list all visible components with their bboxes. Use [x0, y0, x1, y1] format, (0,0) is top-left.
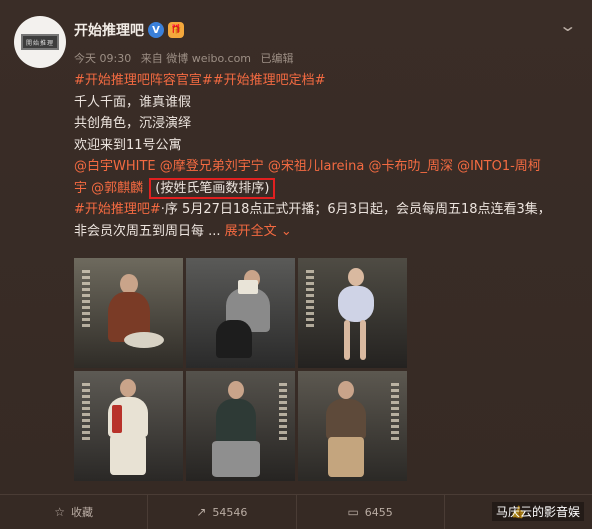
post-line: 欢迎来到11号公寓: [74, 137, 182, 153]
comment-count: 6455: [364, 505, 393, 519]
weibo-post-card: 開始推理 开始推理吧 V 🎁 ⌄ 今天 09:30 来自 微博 weibo.co…: [0, 0, 592, 529]
gift-badge-icon: 🎁: [168, 22, 184, 38]
chevron-down-icon[interactable]: ⌄: [277, 224, 292, 239]
chevron-down-icon[interactable]: ⌄: [558, 16, 577, 35]
verified-icon: V: [148, 22, 164, 38]
watermark: 马庆云的影音娱: [491, 502, 584, 521]
sort-note-highlight: (按姓氏笔画数排序): [149, 177, 276, 199]
poster-image[interactable]: [298, 371, 407, 481]
share-count: 54546: [212, 505, 248, 519]
avatar[interactable]: 開始推理: [14, 16, 66, 68]
topic-tags[interactable]: #开始推理吧阵容官宣##开始推理吧定档#: [74, 70, 574, 92]
schedule-text: ·序 5月27日18点正式开播；6月3日起，会员每周五18点连看3集，: [160, 202, 551, 217]
star-icon: ☆: [54, 505, 65, 519]
comment-button[interactable]: ▭ 6455: [297, 495, 445, 529]
post-line: 共创角色，沉浸演绎: [74, 116, 192, 131]
truncated-text: 非会员次周五到周日每 ...: [74, 223, 225, 239]
topic-tag[interactable]: #开始推理吧#: [74, 202, 161, 217]
avatar-logo: 開始推理: [21, 34, 59, 50]
collect-label: 收藏: [71, 506, 93, 519]
expand-button[interactable]: 展开全文: [225, 224, 277, 239]
collect-button[interactable]: ☆ 收藏: [0, 495, 149, 529]
photo-grid: [74, 258, 414, 481]
comment-icon: ▭: [347, 505, 359, 519]
schedule-line: #开始推理吧#·序 5月27日18点正式开播；6月3日起，会员每周五18点连看3…: [74, 199, 574, 221]
post-content: #开始推理吧阵容官宣##开始推理吧定档# 千人千面，谁真谁假 共创角色，沉浸演绎…: [74, 70, 574, 242]
edited-label[interactable]: 已编辑: [261, 52, 294, 65]
poster-image[interactable]: [74, 258, 183, 368]
share-button[interactable]: ↗ 54546: [148, 495, 297, 529]
poster-image[interactable]: [186, 371, 295, 481]
post-source: 来自 微博 weibo.com: [140, 52, 252, 65]
poster-image[interactable]: [74, 371, 183, 481]
user-name[interactable]: 开始推理吧: [74, 20, 144, 40]
poster-image[interactable]: [298, 258, 407, 368]
post-meta: 今天 09:30 来自 微博 weibo.com 已编辑: [74, 50, 300, 66]
truncated-line: 非会员次周五到周日每 ... 展开全文 ⌄: [74, 221, 574, 243]
post-line: 千人千面，谁真谁假: [74, 94, 192, 110]
user-name-row: 开始推理吧 V 🎁: [74, 20, 184, 40]
mentions-line[interactable]: @白宇WHITE @摩登兄弟刘宇宁 @宋祖儿lareina @卡布叻_周深 @I…: [74, 156, 574, 178]
mention-link[interactable]: 宇 @郭麒麟: [74, 181, 147, 196]
poster-image[interactable]: [186, 258, 295, 368]
mentions-line-2: 宇 @郭麒麟 (按姓氏笔画数排序): [74, 177, 574, 200]
post-time[interactable]: 今天 09:30: [74, 52, 131, 65]
share-icon: ↗: [196, 505, 207, 519]
